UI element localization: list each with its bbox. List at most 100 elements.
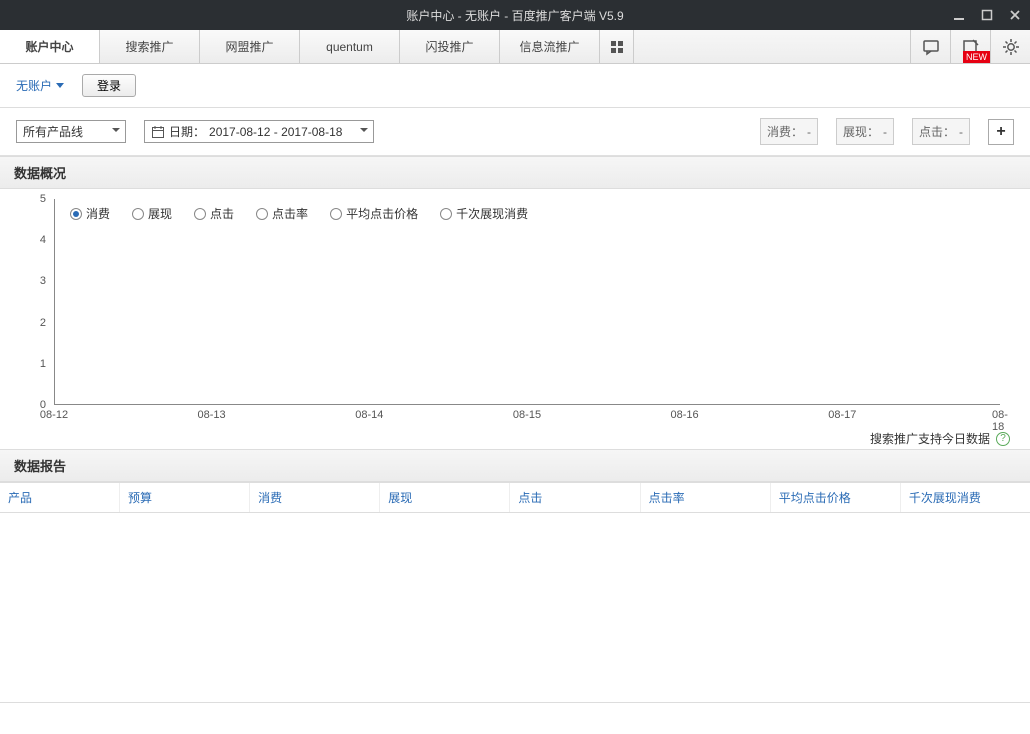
col-label: 产品 bbox=[8, 491, 32, 505]
plus-icon: + bbox=[996, 123, 1005, 141]
window-controls bbox=[950, 0, 1024, 30]
tab-label: 信息流推广 bbox=[519, 38, 579, 55]
col-impressions[interactable]: 展现 bbox=[380, 483, 510, 512]
x-tick: 08-12 bbox=[40, 409, 68, 421]
radio-label: 平均点击价格 bbox=[346, 205, 418, 222]
login-button[interactable]: 登录 bbox=[82, 74, 136, 97]
main-tabbar: 账户中心 搜索推广 网盟推广 quentum 闪投推广 信息流推广 NEW bbox=[0, 30, 1030, 64]
account-label: 无账户 bbox=[16, 77, 52, 94]
titlebar: 账户中心 - 无账户 - 百度推广客户端 V5.9 bbox=[0, 0, 1030, 30]
tab-spacer bbox=[634, 30, 910, 63]
x-tick: 08-17 bbox=[828, 409, 856, 421]
col-label: 点击 bbox=[518, 491, 542, 505]
col-label: 展现 bbox=[388, 491, 412, 505]
window-title: 账户中心 - 无账户 - 百度推广客户端 V5.9 bbox=[406, 7, 623, 24]
stat-clicks[interactable]: 点击：- bbox=[912, 118, 970, 145]
stat-value: - bbox=[883, 125, 887, 139]
radio-label: 消费 bbox=[86, 205, 110, 222]
radio-dot-icon bbox=[70, 208, 82, 220]
col-consume[interactable]: 消费 bbox=[250, 483, 380, 512]
col-clicks[interactable]: 点击 bbox=[510, 483, 640, 512]
calendar-icon bbox=[151, 125, 165, 139]
add-stat-button[interactable]: + bbox=[988, 119, 1014, 145]
login-label: 登录 bbox=[97, 79, 121, 93]
tab-feed[interactable]: 信息流推广 bbox=[500, 30, 600, 63]
radio-ctr[interactable]: 点击率 bbox=[256, 205, 308, 222]
stat-label: 点击： bbox=[919, 123, 955, 140]
col-budget[interactable]: 预算 bbox=[120, 483, 250, 512]
radio-dot-icon bbox=[194, 208, 206, 220]
stat-label: 展现： bbox=[843, 123, 879, 140]
x-tick: 08-15 bbox=[513, 409, 541, 421]
chat-icon bbox=[922, 38, 940, 56]
grid-icon bbox=[610, 40, 624, 54]
report-header: 数据报告 bbox=[0, 449, 1030, 482]
tab-label: 闪投推广 bbox=[425, 38, 473, 55]
tab-flash[interactable]: 闪投推广 bbox=[400, 30, 500, 63]
minimize-button[interactable] bbox=[950, 6, 968, 24]
radio-consume[interactable]: 消费 bbox=[70, 205, 110, 222]
product-line-dropdown[interactable]: 所有产品线 bbox=[16, 120, 126, 143]
y-tick: 4 bbox=[30, 234, 46, 246]
x-tick: 08-16 bbox=[671, 409, 699, 421]
tab-network[interactable]: 网盟推广 bbox=[200, 30, 300, 63]
chart-footnote: 搜索推广支持今日数据 bbox=[870, 430, 990, 447]
date-range-dropdown[interactable]: 日期：2017-08-12 - 2017-08-18 bbox=[144, 120, 374, 143]
tab-quentum[interactable]: quentum bbox=[300, 30, 400, 63]
y-tick: 5 bbox=[30, 193, 46, 205]
chevron-down-icon bbox=[56, 83, 64, 88]
chart-area: 消费 展现 点击 点击率 平均点击价格 千次展现消费 0 1 2 3 4 5 0… bbox=[0, 189, 1030, 449]
x-axis: 08-12 08-13 08-14 08-15 08-16 08-17 08-1… bbox=[54, 409, 1000, 425]
col-avg-cpc[interactable]: 平均点击价格 bbox=[771, 483, 901, 512]
col-label: 预算 bbox=[128, 491, 152, 505]
radio-dot-icon bbox=[440, 208, 452, 220]
radio-avg-cpc[interactable]: 平均点击价格 bbox=[330, 205, 418, 222]
tab-label: 搜索推广 bbox=[125, 38, 173, 55]
report-title: 数据报告 bbox=[14, 459, 66, 474]
tab-grid-view[interactable] bbox=[600, 30, 634, 63]
tab-account-center[interactable]: 账户中心 bbox=[0, 30, 100, 63]
y-tick: 3 bbox=[30, 275, 46, 287]
radio-impressions[interactable]: 展现 bbox=[132, 205, 172, 222]
report-area: 产品 预算 消费 展现 点击 点击率 平均点击价格 千次展现消费 bbox=[0, 482, 1030, 703]
message-button[interactable] bbox=[910, 30, 950, 63]
radio-clicks[interactable]: 点击 bbox=[194, 205, 234, 222]
account-dropdown[interactable]: 无账户 bbox=[16, 77, 64, 94]
radio-label: 千次展现消费 bbox=[456, 205, 528, 222]
tab-search[interactable]: 搜索推广 bbox=[100, 30, 200, 63]
y-axis: 0 1 2 3 4 5 bbox=[36, 199, 46, 405]
stat-value: - bbox=[807, 125, 811, 139]
edit-button[interactable]: NEW bbox=[950, 30, 990, 63]
radio-dot-icon bbox=[256, 208, 268, 220]
x-tick: 08-13 bbox=[198, 409, 226, 421]
radio-label: 点击率 bbox=[272, 205, 308, 222]
stat-consume[interactable]: 消费：- bbox=[760, 118, 818, 145]
date-range-value: 2017-08-12 - 2017-08-18 bbox=[209, 125, 342, 139]
settings-button[interactable] bbox=[990, 30, 1030, 63]
col-label: 千次展现消费 bbox=[909, 491, 981, 505]
overview-title: 数据概况 bbox=[14, 166, 66, 181]
col-label: 消费 bbox=[258, 491, 282, 505]
y-axis-line bbox=[54, 199, 55, 405]
stat-impressions[interactable]: 展现：- bbox=[836, 118, 894, 145]
metric-radio-row: 消费 展现 点击 点击率 平均点击价格 千次展现消费 bbox=[70, 205, 528, 222]
radio-dot-icon bbox=[330, 208, 342, 220]
tab-label: quentum bbox=[326, 40, 373, 54]
y-tick: 2 bbox=[30, 317, 46, 329]
account-bar: 无账户 登录 bbox=[0, 64, 1030, 108]
radio-cpm[interactable]: 千次展现消费 bbox=[440, 205, 528, 222]
report-table-body bbox=[0, 513, 1030, 703]
overview-header: 数据概况 bbox=[0, 156, 1030, 189]
x-axis-line bbox=[54, 404, 1000, 405]
close-button[interactable] bbox=[1006, 6, 1024, 24]
col-product[interactable]: 产品 bbox=[0, 483, 120, 512]
col-cpm[interactable]: 千次展现消费 bbox=[901, 483, 1030, 512]
help-icon[interactable]: ? bbox=[996, 432, 1010, 446]
product-line-value: 所有产品线 bbox=[23, 125, 83, 139]
filter-bar: 所有产品线 日期：2017-08-12 - 2017-08-18 消费：- 展现… bbox=[0, 108, 1030, 156]
new-badge: NEW bbox=[963, 51, 990, 63]
col-ctr[interactable]: 点击率 bbox=[641, 483, 771, 512]
stat-label: 消费： bbox=[767, 123, 803, 140]
radio-label: 点击 bbox=[210, 205, 234, 222]
maximize-button[interactable] bbox=[978, 6, 996, 24]
